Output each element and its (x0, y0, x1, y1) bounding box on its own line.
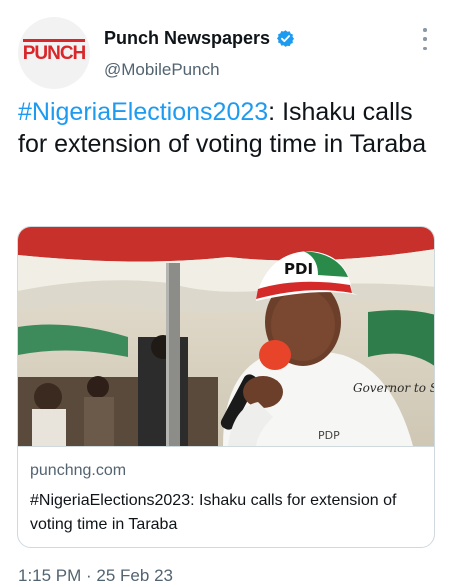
more-options-icon[interactable] (418, 28, 432, 50)
more-dot (423, 37, 427, 41)
author-name-text: Punch Newspapers (104, 28, 271, 48)
more-dot (423, 28, 427, 32)
author-display-name[interactable]: Punch Newspapers (104, 28, 295, 49)
punch-logo: PUNCH (22, 38, 86, 64)
tweet-text: #NigeriaElections2023: Ishaku calls for … (18, 96, 438, 160)
card-title: #NigeriaElections2023: Ishaku calls for … (30, 492, 397, 533)
shirt-text-2: PDP (318, 429, 340, 442)
link-preview-card[interactable]: Governor to Sahari PDP PDI punchng.com #… (17, 226, 435, 548)
cap-logo-text: PDI (284, 260, 313, 278)
verified-badge-icon (277, 30, 295, 47)
shirt-text: Governor to Sahari (353, 381, 435, 395)
author-handle[interactable]: @MobilePunch (104, 60, 220, 80)
card-domain: punchng.com (30, 462, 127, 479)
article-photo: Governor to Sahari PDP PDI (18, 227, 435, 446)
card-meta: punchng.com #NigeriaElections2023: Ishak… (18, 446, 434, 547)
hashtag-link[interactable]: #NigeriaElections2023 (18, 98, 268, 126)
tweet-timestamp[interactable]: 1:15 PM · 25 Feb 23 (18, 566, 173, 586)
more-dot (423, 46, 427, 50)
avatar[interactable]: PUNCH (18, 17, 90, 89)
